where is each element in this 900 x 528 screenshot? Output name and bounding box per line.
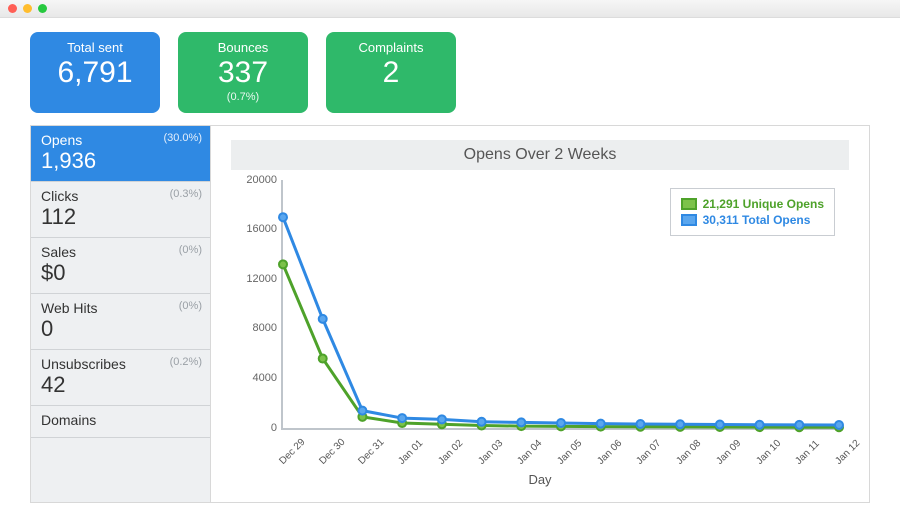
- x-tick: Dec 29: [277, 436, 307, 466]
- window-titlebar: [0, 0, 900, 18]
- stats-sidebar: (30.0%) Opens 1,936 (0.3%) Clicks 112 (0…: [31, 126, 211, 502]
- x-tick: Jan 09: [714, 437, 743, 466]
- y-tick: 4000: [233, 372, 277, 384]
- x-tick: Jan 02: [436, 437, 465, 466]
- sidebar-item-opens[interactable]: (30.0%) Opens 1,936: [31, 126, 210, 182]
- x-tick: Jan 04: [516, 437, 545, 466]
- card-value: 6,791: [36, 57, 154, 89]
- card-sub: (0.7%): [184, 91, 302, 103]
- x-tick: Dec 31: [357, 436, 387, 466]
- sidebar-item-value: 1,936: [41, 149, 200, 173]
- x-tick: Dec 30: [317, 436, 347, 466]
- sidebar-item-clicks[interactable]: (0.3%) Clicks 112: [31, 182, 210, 238]
- y-tick: 20000: [233, 174, 277, 186]
- x-tick: Jan 01: [396, 437, 425, 466]
- sidebar-item-value: $0: [41, 261, 200, 285]
- sidebar-item-label: Web Hits: [41, 300, 200, 316]
- card-label: Complaints: [332, 40, 450, 55]
- sidebar-item-pct: (0.3%): [170, 188, 202, 200]
- y-tick: 12000: [233, 273, 277, 285]
- x-tick: Jan 12: [833, 437, 862, 466]
- card-complaints[interactable]: Complaints 2: [326, 32, 456, 113]
- card-value: 337: [184, 57, 302, 89]
- sidebar-item-value: 42: [41, 373, 200, 397]
- x-tick: Jan 03: [476, 437, 505, 466]
- sidebar-item-pct: (0%): [179, 300, 202, 312]
- sidebar-item-value: 112: [41, 205, 200, 229]
- chart-xlabel: Day: [231, 472, 849, 487]
- card-bounces[interactable]: Bounces 337 (0.7%): [178, 32, 308, 113]
- chart-plot: 040008000120001600020000Dec 29Dec 30Dec …: [281, 180, 839, 430]
- card-total-sent[interactable]: Total sent 6,791: [30, 32, 160, 113]
- main-panel: (30.0%) Opens 1,936 (0.3%) Clicks 112 (0…: [30, 125, 870, 503]
- zoom-icon[interactable]: [38, 4, 47, 13]
- card-value: 2: [332, 57, 450, 89]
- sidebar-item-pct: (0%): [179, 244, 202, 256]
- card-label: Total sent: [36, 40, 154, 55]
- summary-cards: Total sent 6,791 Bounces 337 (0.7%) Comp…: [0, 18, 900, 125]
- close-icon[interactable]: [8, 4, 17, 13]
- y-tick: 16000: [233, 223, 277, 235]
- sidebar-item-label: Domains: [41, 412, 200, 428]
- x-tick: Jan 10: [754, 437, 783, 466]
- x-tick: Jan 06: [595, 437, 624, 466]
- sidebar-item-pct: (30.0%): [163, 132, 202, 144]
- x-tick: Jan 05: [555, 437, 584, 466]
- sidebar-item-pct: (0.2%): [170, 356, 202, 368]
- x-tick: Jan 08: [674, 437, 703, 466]
- sidebar-item-domains[interactable]: Domains: [31, 406, 210, 438]
- chart-title: Opens Over 2 Weeks: [231, 140, 849, 170]
- x-tick: Jan 11: [794, 438, 822, 466]
- card-label: Bounces: [184, 40, 302, 55]
- sidebar-item-label: Sales: [41, 244, 200, 260]
- sidebar-item-unsubscribes[interactable]: (0.2%) Unsubscribes 42: [31, 350, 210, 406]
- sidebar-item-sales[interactable]: (0%) Sales $0: [31, 238, 210, 294]
- sidebar-item-web-hits[interactable]: (0%) Web Hits 0: [31, 294, 210, 350]
- sidebar-item-value: 0: [41, 317, 200, 341]
- minimize-icon[interactable]: [23, 4, 32, 13]
- chart-area: Opens Over 2 Weeks 21,291 Unique Opens 3…: [211, 126, 869, 502]
- y-tick: 0: [233, 422, 277, 434]
- x-tick: Jan 07: [635, 437, 664, 466]
- y-tick: 8000: [233, 322, 277, 334]
